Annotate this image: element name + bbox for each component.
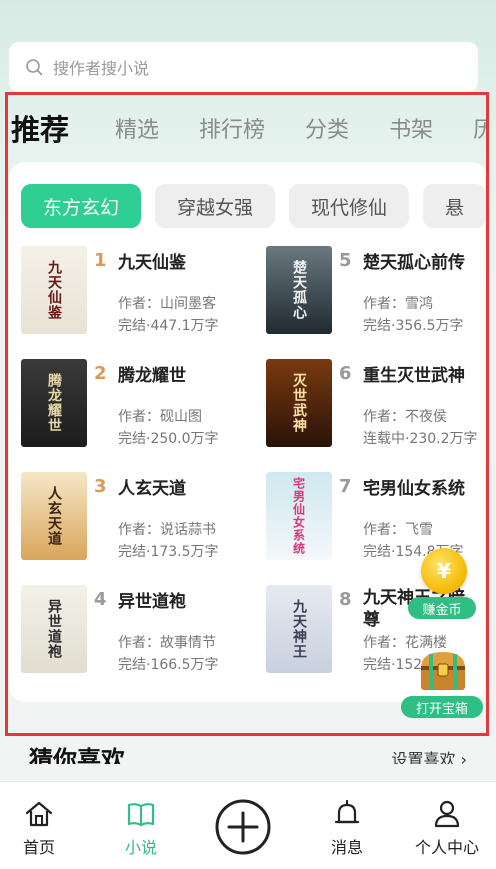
book-author: 作者：故事情节	[118, 635, 216, 651]
book-status: 完结·356.5万字	[363, 318, 464, 334]
book-author: 作者：说话蒜书	[118, 522, 216, 538]
nav-home[interactable]: 首页	[16, 782, 62, 869]
book-status: 完结·166.5万字	[118, 657, 219, 673]
book-title: 楚天孤心前传	[363, 253, 465, 273]
book-author: 作者：飞雪	[363, 522, 433, 538]
book-author: 作者：砚山图	[118, 409, 202, 425]
nav-label: 小说	[124, 838, 157, 857]
nav-create[interactable]	[214, 782, 272, 869]
earn-coins-button[interactable]: 赚金币	[408, 597, 476, 619]
nav-profile[interactable]: 个人中心	[411, 782, 483, 869]
tab-bookshelf[interactable]: 书架	[389, 112, 433, 144]
book-title: 异世道袍	[118, 592, 186, 612]
book-item[interactable]: 异世道袍 4 异世道袍 作者：故事情节 完结·166.5万字	[21, 585, 261, 677]
book-title: 重生灭世武神	[363, 366, 465, 386]
tab-categories[interactable]: 分类	[305, 112, 349, 144]
ranking-card: 东方玄幻 穿越女强 现代修仙 悬 九天仙鉴 1 九天仙鉴 作者：山间墨客 完结·…	[9, 162, 487, 702]
rank-number: 8	[339, 589, 352, 610]
rank-number: 4	[94, 589, 107, 610]
book-item[interactable]: 人玄天道 3 人玄天道 作者：说话蒜书 完结·173.5万字	[21, 472, 261, 564]
book-title: 腾龙耀世	[118, 366, 186, 386]
person-icon	[434, 800, 460, 828]
guess-you-like-section: 猜你喜欢 设置喜欢 ›	[9, 736, 487, 764]
bell-icon	[334, 799, 360, 824]
book-status: 完结·250.0万字	[118, 431, 219, 447]
bottom-nav: 首页 小说 消息 个人中心	[0, 781, 496, 869]
book-item[interactable]: 腾龙耀世 2 腾龙耀世 作者：砚山图 完结·250.0万字	[21, 359, 261, 451]
book-title: 九天仙鉴	[118, 253, 186, 273]
book-cover: 宅男仙女系统	[266, 472, 332, 560]
tab-history[interactable]: 历	[473, 112, 489, 144]
book-item[interactable]: 灭世武神 6 重生灭世武神 作者：不夜侯 连载中·230.2万字	[266, 359, 487, 451]
book-status: 完结·173.5万字	[118, 544, 219, 560]
nav-messages[interactable]: 消息	[325, 782, 369, 869]
book-cover: 异世道袍	[21, 585, 87, 673]
rank-number: 7	[339, 476, 352, 497]
book-author: 作者：山间墨客	[118, 296, 216, 312]
tab-ranking[interactable]: 排行榜	[199, 112, 265, 144]
book-cover: 九天神王	[266, 585, 332, 673]
coin-symbol: ¥	[437, 559, 451, 583]
book-cover: 楚天孤心	[266, 246, 332, 334]
book-cover: 灭世武神	[266, 359, 332, 447]
chip-eastern-fantasy[interactable]: 东方玄幻	[21, 184, 142, 228]
book-title: 人玄天道	[118, 479, 186, 499]
book-status: 连载中·230.2万字	[363, 431, 478, 447]
chip-time-travel-heroine[interactable]: 穿越女强	[155, 184, 276, 228]
book-cover: 人玄天道	[21, 472, 87, 560]
book-cover: 九天仙鉴	[21, 246, 87, 334]
genre-chips: 东方玄幻 穿越女强 现代修仙 悬	[21, 184, 487, 228]
tab-recommend[interactable]: 推荐	[11, 107, 69, 149]
section-title: 猜你喜欢	[29, 746, 125, 764]
book-title: 宅男仙女系统	[363, 479, 465, 499]
book-status: 完结·447.1万字	[118, 318, 219, 334]
rank-number: 3	[94, 476, 107, 497]
chip-modern-cultivation[interactable]: 现代修仙	[289, 184, 410, 228]
category-tabs: 推荐 精选 排行榜 分类 书架 历	[11, 106, 489, 150]
search-placeholder: 搜作者搜小说	[53, 59, 150, 78]
tab-featured[interactable]: 精选	[115, 112, 159, 144]
chip-suspense[interactable]: 悬	[423, 184, 487, 228]
rank-number: 5	[339, 250, 352, 271]
rank-number: 6	[339, 363, 352, 384]
search-bar[interactable]: 搜作者搜小说	[9, 42, 478, 92]
book-item[interactable]: 九天仙鉴 1 九天仙鉴 作者：山间墨客 完结·447.1万字	[21, 246, 261, 338]
book-item[interactable]: 楚天孤心 5 楚天孤心前传 作者：雪鸿 完结·356.5万字	[266, 246, 487, 338]
book-cover: 腾龙耀世	[21, 359, 87, 447]
search-icon	[26, 59, 43, 76]
treasure-chest-icon[interactable]	[417, 648, 469, 692]
nav-label: 个人中心	[414, 838, 479, 857]
nav-label: 首页	[22, 838, 55, 857]
rank-number: 1	[94, 250, 107, 271]
book-author: 作者：不夜侯	[363, 409, 447, 425]
book-icon	[127, 803, 155, 827]
book-status: 完结·152	[363, 657, 423, 673]
book-author: 作者：雪鸿	[363, 296, 433, 312]
nav-novels[interactable]: 小说	[118, 782, 164, 869]
rank-number: 2	[94, 363, 107, 384]
home-icon	[25, 801, 53, 827]
set-preferences-link[interactable]: 设置喜欢 ›	[392, 746, 468, 764]
plus-circle-icon	[215, 799, 271, 855]
gold-coin-icon[interactable]: ¥	[421, 548, 467, 594]
open-chest-button[interactable]: 打开宝箱	[401, 696, 483, 718]
nav-label: 消息	[330, 838, 363, 857]
